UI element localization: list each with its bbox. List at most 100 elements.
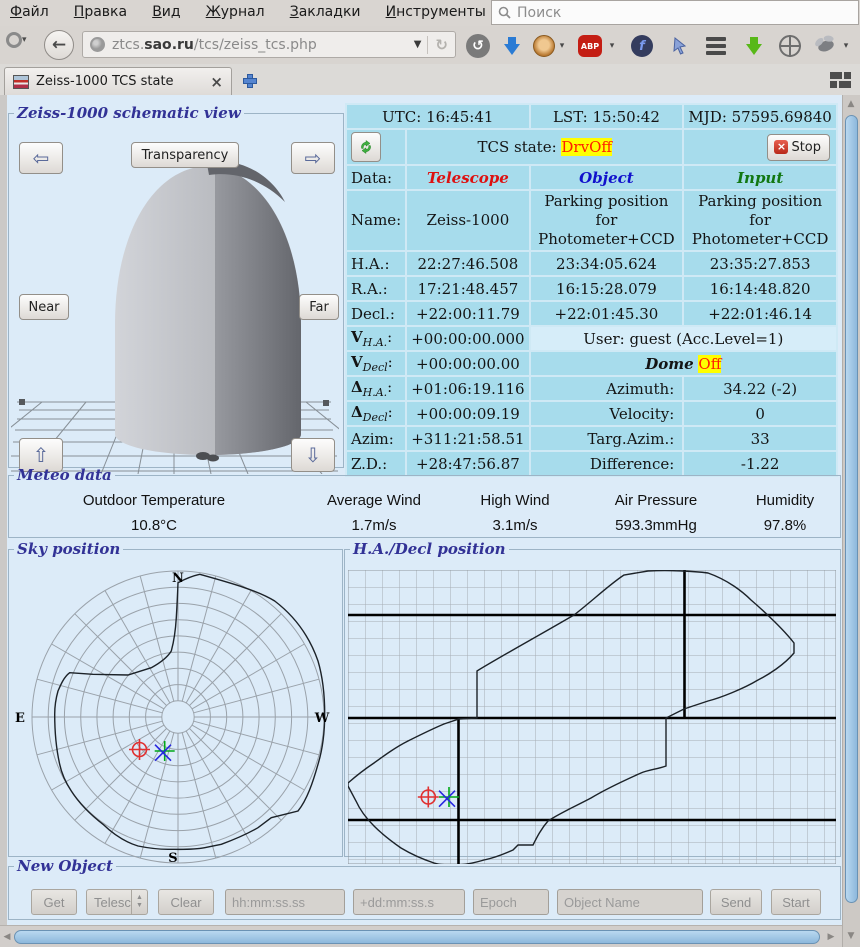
pointer-tool-icon[interactable]	[668, 34, 692, 58]
column-object: Object	[531, 166, 683, 189]
refresh-button[interactable]	[351, 132, 381, 162]
horizontal-scrollbar[interactable]: ◀ ▶	[0, 925, 842, 947]
download-helper-icon[interactable]	[742, 34, 766, 58]
data-row-label: Data:	[347, 166, 405, 189]
greasemonkey-dropdown-icon[interactable]: ▾	[556, 34, 568, 58]
adblock-icon[interactable]: ABP	[578, 34, 602, 58]
schematic-view-panel: Zeiss-1000 schematic view	[8, 106, 344, 468]
stop-button[interactable]: × Stop	[767, 134, 830, 161]
object-name-input[interactable]	[557, 889, 703, 915]
epoch-input[interactable]	[473, 889, 549, 915]
menu-history[interactable]: Журнал	[196, 0, 275, 20]
spinner-icons[interactable]: ▲▼	[131, 890, 147, 914]
sky-horizon-limit-curve	[55, 574, 325, 849]
user-info: User: guest (Acc.Level=1)	[531, 327, 836, 350]
left-arrow-icon: ⇦	[33, 148, 50, 168]
table-row-vha: VH.A.: +00:00:00.000 User: guest (Acc.Le…	[347, 327, 836, 350]
scroll-down-icon[interactable]: ▼	[844, 931, 858, 941]
mjd-value: MJD: 57595.69840	[684, 105, 836, 128]
table-row-ha: H.A.: 22:27:46.508 23:34:05.624 23:35:27…	[347, 252, 836, 275]
url-bar[interactable]: ztcs.sao.ru/tcs/zeiss_tcs.php ▼ ↻	[82, 31, 456, 58]
menu-tools[interactable]: Инструменты	[376, 0, 496, 20]
adblock-dropdown-icon[interactable]: ▾	[606, 34, 618, 58]
scroll-left-icon[interactable]: ◀	[0, 932, 14, 942]
send-button[interactable]: Send	[710, 889, 762, 915]
start-button[interactable]: Start	[771, 889, 821, 915]
meteo-header: High Wind	[450, 488, 580, 514]
vertical-scrollbar-thumb[interactable]	[845, 115, 858, 903]
site-identity-icon[interactable]	[90, 37, 105, 52]
rotate-right-button[interactable]: ⇨	[291, 142, 335, 174]
dome-status: Dome Off	[531, 352, 836, 375]
stop-icon: ×	[774, 140, 788, 154]
meteo-header: Air Pressure	[580, 488, 732, 514]
sky-position-plot: N S E W	[12, 570, 338, 864]
download-icon[interactable]	[500, 34, 524, 58]
menu-bar: Файл Правка Вид Журнал Закладки Инструме…	[0, 0, 860, 27]
firebug-icon[interactable]	[814, 34, 838, 58]
rotate-left-button[interactable]: ⇦	[19, 142, 63, 174]
tab-zeiss-tcs[interactable]: Zeiss-1000 TCS state ×	[4, 67, 232, 95]
session-dropdown-icon[interactable]: ▾	[22, 35, 27, 45]
back-button[interactable]: ←	[44, 30, 74, 60]
menu-file[interactable]: Файл	[0, 0, 59, 20]
transparency-button[interactable]: Transparency	[131, 142, 239, 168]
web-developer-icon[interactable]	[778, 34, 802, 58]
tab-favicon	[13, 75, 29, 89]
far-button[interactable]: Far	[299, 294, 339, 320]
sky-position-panel: Sky position N S E W	[8, 542, 343, 857]
reload-icon[interactable]: ↻	[427, 36, 455, 54]
input-name: Parking position for Photometer+CCD	[684, 191, 836, 250]
tab-close-icon[interactable]: ×	[210, 73, 223, 91]
new-object-legend: New Object	[14, 859, 116, 873]
greasemonkey-icon[interactable]	[532, 34, 556, 58]
label-east: E	[15, 711, 25, 726]
menu-view[interactable]: Вид	[142, 0, 190, 20]
dome-velocity: 0	[684, 402, 836, 425]
scroll-up-icon[interactable]: ▲	[844, 99, 858, 109]
menu-panel-icon[interactable]	[704, 34, 728, 58]
ra-input[interactable]	[225, 889, 345, 915]
scroll-right-icon[interactable]: ▶	[824, 932, 838, 942]
menu-bookmarks[interactable]: Закладки	[280, 0, 371, 20]
meteo-header: Outdoor Temperature	[10, 488, 298, 514]
humidity-value: 97.8%	[732, 514, 838, 538]
list-all-tabs-icon[interactable]	[830, 72, 852, 88]
clear-button[interactable]: Clear	[158, 889, 214, 915]
page-content: Zeiss-1000 schematic view	[0, 95, 842, 925]
meteo-header: Average Wind	[298, 488, 450, 514]
outdoor-temperature-value: 10.8°C	[10, 514, 298, 538]
get-button[interactable]: Get	[31, 889, 77, 915]
meteo-panel: Meteo data Outdoor Temperature Average W…	[8, 468, 841, 538]
horizontal-scrollbar-thumb[interactable]	[14, 930, 820, 944]
dec-input[interactable]	[353, 889, 465, 915]
average-wind-value: 1.7m/s	[298, 514, 450, 538]
flash-icon[interactable]: f	[630, 34, 654, 58]
tilt-down-button[interactable]: ⇩	[291, 438, 335, 472]
new-tab-button[interactable]	[238, 70, 262, 92]
session-restore-icon[interactable]: ▾	[6, 32, 27, 48]
telescope-select[interactable]: Telesc ▲▼	[86, 889, 148, 915]
dome-azimuth: 34.22 (-2)	[684, 377, 836, 400]
url-dropdown-icon[interactable]: ▼	[408, 39, 428, 50]
search-input[interactable]: Поиск	[491, 0, 859, 25]
table-row-ra: R.A.: 17:21:48.457 16:15:28.079 16:14:48…	[347, 277, 836, 300]
vertical-scrollbar[interactable]: ▲ ▼	[842, 95, 860, 947]
telescope-name: Zeiss-1000	[407, 191, 528, 250]
firebug-dropdown-icon[interactable]: ▾	[840, 34, 852, 58]
menu-edit[interactable]: Правка	[64, 0, 137, 20]
table-row-ddecl: ΔDecl: +00:00:09.19 Velocity: 0	[347, 402, 836, 425]
search-icon	[498, 6, 511, 19]
table-row-dha: ΔH.A.: +01:06:19.116 Azimuth: 34.22 (-2)	[347, 377, 836, 400]
utc-time: UTC: 16:45:41	[347, 105, 529, 128]
meteo-legend: Meteo data	[14, 468, 115, 482]
search-placeholder: Поиск	[517, 5, 561, 21]
near-button[interactable]: Near	[19, 294, 69, 320]
hadecl-position-panel: H.A./Decl position	[344, 542, 841, 857]
hadecl-limit-lines	[348, 570, 836, 864]
object-name: Parking position for Photometer+CCD	[531, 191, 683, 250]
tcs-state-value: DrvOff	[561, 138, 612, 156]
schematic-legend: Zeiss-1000 schematic view	[14, 106, 244, 120]
sky-legend: Sky position	[14, 542, 123, 556]
history-sync-icon[interactable]: ↺	[466, 34, 490, 58]
